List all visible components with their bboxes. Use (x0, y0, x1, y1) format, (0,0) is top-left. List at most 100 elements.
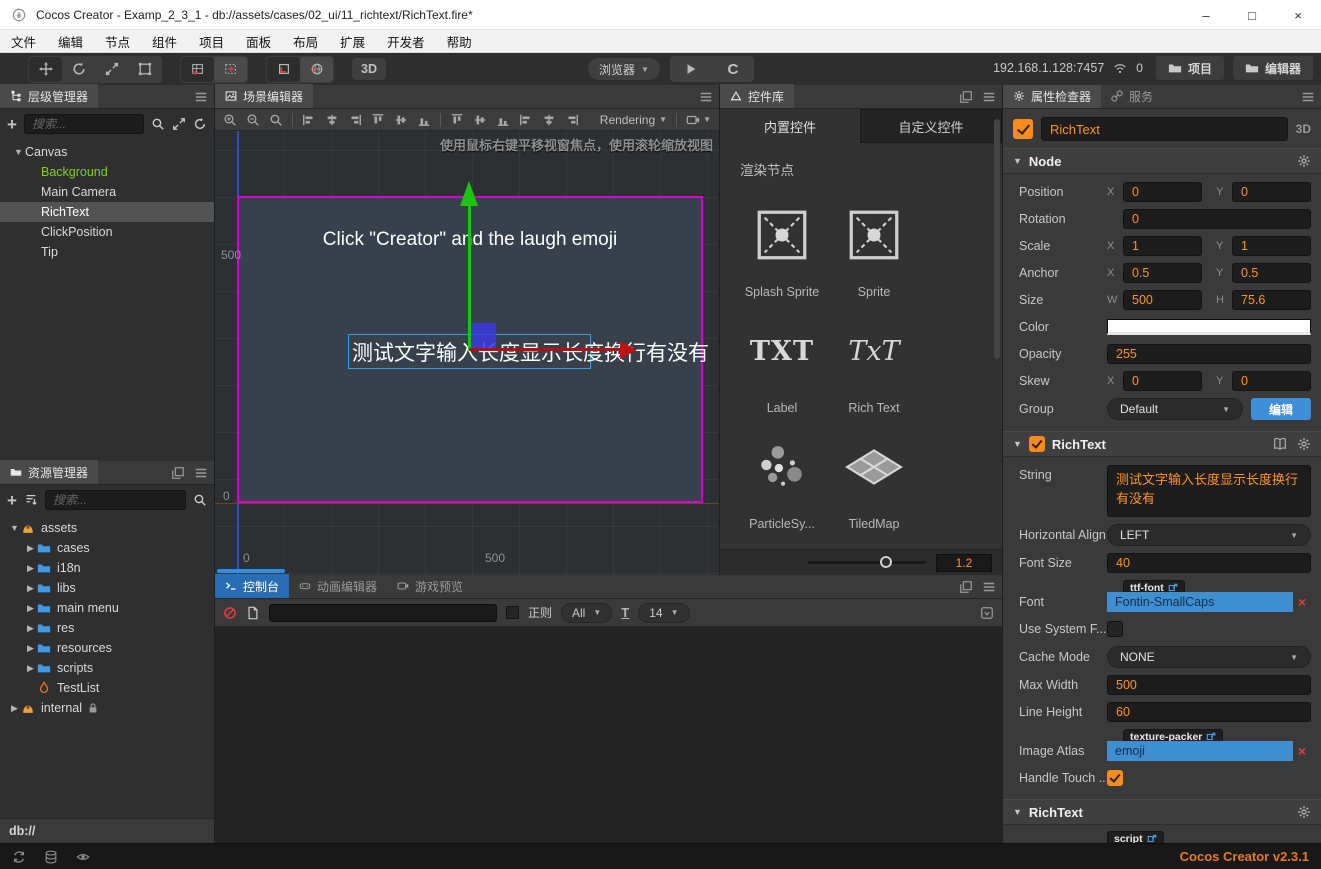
tab-custom-widgets[interactable]: 自定义控件 (860, 109, 1002, 143)
menu-developer[interactable]: 开发者 (376, 32, 436, 51)
tree-node-clickposition[interactable]: ClickPosition (0, 222, 214, 242)
tab-animation-editor[interactable]: 动画编辑器 (289, 574, 387, 598)
log-file-icon[interactable] (246, 606, 260, 620)
menu-extension[interactable]: 扩展 (329, 32, 376, 51)
rotate-tool-button[interactable] (62, 57, 95, 82)
widget-label[interactable]: TXT Label (736, 305, 828, 421)
gizmo-y-axis-arrow[interactable] (468, 205, 471, 350)
world-coordinate-button[interactable] (300, 57, 333, 82)
tree-node-background[interactable]: Background (0, 162, 214, 182)
tab-builtin-widgets[interactable]: 内置控件 (720, 109, 860, 143)
help-doc-icon[interactable] (1273, 437, 1287, 451)
asset-assets-root[interactable]: ▼ assets (0, 518, 214, 538)
add-asset-button[interactable]: + (7, 492, 17, 509)
expand-arrow-icon[interactable]: ▶ (24, 583, 37, 594)
align-center-vertical-icon[interactable] (394, 113, 408, 127)
string-textarea[interactable]: 测试文字输入长度显示长度换行有没有 (1107, 465, 1311, 517)
search-icon[interactable] (151, 117, 165, 131)
font-asset-field[interactable]: Fontin-SmallCaps (1107, 592, 1293, 612)
line-height-input[interactable] (1107, 702, 1311, 722)
panel-menu-icon[interactable] (982, 90, 996, 104)
font-size-input[interactable] (1107, 553, 1311, 573)
gear-icon[interactable] (1297, 805, 1311, 819)
distribute-vertical-icon[interactable] (473, 113, 487, 127)
clear-image-atlas-button[interactable]: × (1293, 743, 1311, 759)
tab-widget-library[interactable]: 控件库 (720, 84, 794, 108)
tab-game-preview[interactable]: 游戏预览 (387, 574, 473, 598)
node-name-input[interactable] (1041, 117, 1288, 141)
menu-edit[interactable]: 编辑 (47, 32, 94, 51)
slider-thumb[interactable] (880, 556, 892, 568)
panel-menu-icon[interactable] (982, 580, 996, 594)
clear-console-icon[interactable] (223, 606, 237, 620)
hierarchy-search-input[interactable] (24, 114, 144, 134)
panel-menu-icon[interactable] (699, 90, 713, 104)
distribute-left-icon[interactable] (519, 113, 533, 127)
tab-console[interactable]: 控制台 (215, 574, 289, 598)
collapse-arrow-icon[interactable]: ▼ (1013, 807, 1022, 817)
console-output[interactable] (215, 627, 1002, 843)
database-icon[interactable] (44, 850, 58, 864)
close-button[interactable]: × (1275, 0, 1321, 30)
asset-folder-scripts[interactable]: ▶ scripts (0, 658, 214, 678)
tab-assets[interactable]: 资源管理器 (0, 460, 98, 484)
pivot-mode-button[interactable] (181, 57, 214, 82)
sync-icon[interactable] (12, 850, 26, 864)
size-h-input[interactable] (1232, 290, 1311, 310)
expand-arrow-icon[interactable]: ▶ (24, 643, 37, 654)
scene-viewport[interactable]: 使用鼠标右键平移视窗焦点，使用滚轮缩放视图 Click "Creator" an… (215, 131, 719, 575)
gizmo-x-axis-arrow[interactable] (469, 348, 621, 351)
tree-node-main-camera[interactable]: Main Camera (0, 182, 214, 202)
camera-dropdown[interactable]: ▼ (686, 113, 711, 127)
asset-internal-root[interactable]: ▶ internal (0, 698, 214, 718)
scale-x-input[interactable] (1123, 236, 1202, 256)
menu-project[interactable]: 项目 (188, 32, 235, 51)
collapse-arrow-icon[interactable]: ▼ (1013, 439, 1022, 449)
rect-tool-button[interactable] (128, 57, 161, 82)
asset-folder-resources[interactable]: ▶ resources (0, 638, 214, 658)
menu-panel[interactable]: 面板 (235, 32, 282, 51)
align-center-horizontal-icon[interactable] (325, 113, 339, 127)
image-atlas-asset-field[interactable]: emoji (1107, 741, 1293, 761)
zoom-in-icon[interactable] (223, 113, 237, 127)
tree-node-canvas[interactable]: ▼ Canvas (0, 142, 214, 162)
position-x-input[interactable] (1123, 182, 1202, 202)
widget-sprite[interactable]: Sprite (828, 189, 920, 305)
distribute-top-icon[interactable] (450, 113, 464, 127)
skew-x-input[interactable] (1123, 371, 1202, 391)
widget-splash-sprite[interactable]: Splash Sprite (736, 189, 828, 305)
distribute-horizontal-icon[interactable] (542, 113, 556, 127)
color-swatch[interactable] (1107, 319, 1311, 335)
position-y-input[interactable] (1232, 182, 1311, 202)
open-editor-button[interactable]: 编辑器 (1233, 56, 1313, 80)
eye-icon[interactable] (76, 850, 90, 864)
collapse-arrow-icon[interactable]: ▼ (8, 523, 21, 533)
widget-particle-system[interactable]: ParticleSy... (736, 421, 828, 537)
use-system-font-checkbox[interactable] (1107, 621, 1123, 637)
assets-search-input[interactable] (45, 490, 186, 510)
popout-window-icon[interactable] (959, 90, 973, 104)
edit-group-button[interactable]: 编辑 (1251, 398, 1311, 420)
tab-hierarchy[interactable]: 层级管理器 (0, 84, 98, 108)
node-section-header[interactable]: ▼ Node (1003, 148, 1321, 174)
gear-icon[interactable] (1297, 437, 1311, 451)
size-w-input[interactable] (1123, 290, 1202, 310)
distribute-right-icon[interactable] (565, 113, 579, 127)
search-icon[interactable] (193, 493, 207, 507)
handle-touch-checkbox[interactable] (1107, 770, 1123, 786)
panel-menu-icon[interactable] (194, 466, 208, 480)
expand-arrow-icon[interactable]: ▶ (24, 543, 37, 554)
tab-scene-editor[interactable]: 场景编辑器 (215, 84, 313, 108)
preview-target-dropdown[interactable]: 浏览器 ▼ (588, 58, 660, 80)
menu-node[interactable]: 节点 (94, 32, 141, 51)
asset-folder-i18n[interactable]: ▶ i18n (0, 558, 214, 578)
clear-font-button[interactable]: × (1293, 594, 1311, 610)
node-active-checkbox[interactable] (1013, 119, 1033, 139)
expand-all-icon[interactable] (172, 117, 186, 131)
group-dropdown[interactable]: Default ▼ (1107, 398, 1243, 420)
align-bottom-icon[interactable] (417, 113, 431, 127)
rotation-input[interactable] (1123, 209, 1311, 229)
zoom-reset-icon[interactable] (269, 113, 283, 127)
scale-y-input[interactable] (1232, 236, 1311, 256)
opacity-input[interactable] (1107, 344, 1311, 364)
